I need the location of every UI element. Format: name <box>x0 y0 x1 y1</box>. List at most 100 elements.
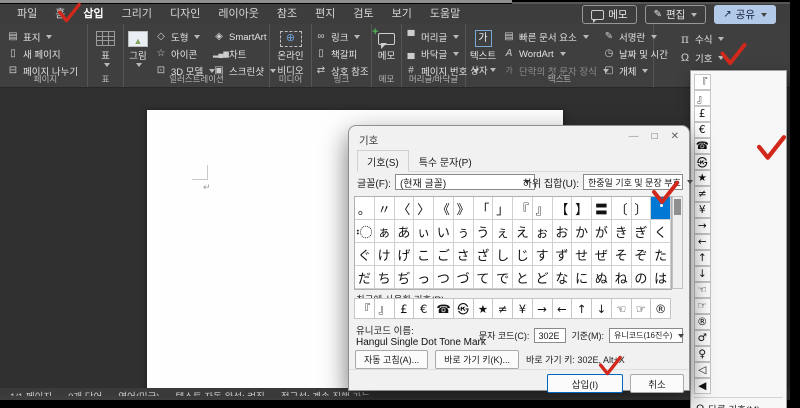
recent-symbol-cell[interactable]: ↑ <box>571 298 592 319</box>
menu-tab[interactable]: 그리기 <box>113 4 161 24</box>
gallery-symbol-cell[interactable]: ♀ <box>694 346 711 362</box>
symbol-cell[interactable]: じ <box>513 243 533 266</box>
recent-symbol-cell[interactable]: € <box>413 298 434 319</box>
symbol-grid-scrollbar[interactable] <box>672 196 683 289</box>
symbol-cell[interactable]: 〉 <box>414 197 434 220</box>
symbol-cell[interactable]: げ <box>394 243 415 266</box>
symbol-cell[interactable]: お <box>552 220 573 243</box>
dialog-minimize-icon[interactable]: — <box>629 131 639 142</box>
signature-line-button[interactable]: ✎ 서명란 <box>600 30 658 44</box>
menu-tab[interactable]: 레이아웃 <box>209 4 267 24</box>
gallery-symbol-cell[interactable]: ㉿ <box>694 154 711 170</box>
symbol-cell[interactable]: 『 <box>513 197 533 220</box>
symbol-cell[interactable]: 【 <box>552 197 573 220</box>
autocorrect-button[interactable]: 자동 고침(A)... <box>355 350 429 369</box>
symbol-cell[interactable]: そ <box>611 243 632 266</box>
symbol-cell[interactable]: な <box>552 266 573 289</box>
recent-symbol-cell[interactable]: ≠ <box>492 298 513 319</box>
recent-symbol-cell[interactable]: ㉿ <box>452 298 474 319</box>
page-indicator[interactable]: 1/1 페이지 <box>10 389 52 396</box>
date-time-button[interactable]: ◷ 날짜 및 시간 <box>600 47 668 62</box>
gallery-symbol-cell[interactable]: ♂ <box>694 330 711 346</box>
symbol-cell[interactable]: ざ <box>473 243 494 266</box>
gallery-symbol-cell[interactable]: ☎ <box>694 138 711 154</box>
online-video-button[interactable]: ⊕ 온라인 비디오 <box>270 24 311 77</box>
menu-tab[interactable]: 편지 <box>306 4 344 24</box>
gallery-symbol-cell[interactable]: ☜ <box>694 282 711 298</box>
symbol-cell[interactable]: ぐ <box>355 243 375 266</box>
symbol-cell[interactable]: ど <box>532 266 553 289</box>
recent-symbol-cell[interactable]: £ <box>393 298 415 319</box>
gallery-symbol-cell[interactable]: £ <box>694 106 711 122</box>
symbol-cell[interactable]: ぉ <box>532 220 553 243</box>
gallery-symbol-cell[interactable]: ↓ <box>694 266 711 282</box>
gallery-symbol-cell[interactable]: ← <box>694 234 711 250</box>
gallery-symbol-cell[interactable]: 『 <box>694 74 711 90</box>
symbol-cell[interactable]: 》 <box>453 197 474 220</box>
symbol-cell[interactable]: て <box>473 266 494 289</box>
wordart-button[interactable]: A WordArt <box>500 47 600 61</box>
symbol-cell[interactable]: け <box>374 243 395 266</box>
symbol-cell[interactable]: 』 <box>532 197 553 220</box>
link-button[interactable]: ∞ 링크 <box>312 30 371 44</box>
menu-tab[interactable]: 참조 <box>268 4 306 24</box>
shapes-button[interactable]: ◇ 도형 <box>152 30 210 44</box>
symbol-cell[interactable]: ぞ <box>631 243 652 266</box>
icons-button[interactable]: ☆ 아이콘 <box>152 47 210 62</box>
symbol-cell[interactable]: か <box>572 220 592 243</box>
chart-button[interactable]: ▂▄▆ 차트 <box>210 47 270 61</box>
gallery-symbol-cell[interactable]: ★ <box>694 170 711 186</box>
tab-special-characters[interactable]: 특수 문자(P) <box>409 150 482 172</box>
symbol-cell[interactable]: う <box>473 220 494 243</box>
symbol-cell[interactable]: き <box>611 220 632 243</box>
gallery-symbol-cell[interactable]: ◁ <box>694 362 711 378</box>
menu-tab[interactable]: 보기 <box>383 4 421 24</box>
editing-button[interactable]: ✎ 편집 <box>644 5 707 24</box>
symbol-cell[interactable]: さ <box>453 243 474 266</box>
symbol-cell[interactable]: ご <box>434 243 454 266</box>
symbol-cell[interactable]: 】 <box>572 197 592 220</box>
menu-tab[interactable]: 도움말 <box>421 4 469 24</box>
symbol-cell[interactable]: ぎ <box>631 220 652 243</box>
shortcut-key-button[interactable]: 바로 가기 키(K)... <box>435 350 520 369</box>
menu-tab[interactable]: 검토 <box>344 4 382 24</box>
recent-symbol-cell[interactable]: ® <box>650 298 671 319</box>
cancel-button[interactable]: 취소 <box>630 374 684 393</box>
symbol-cell[interactable]: つ <box>434 266 454 289</box>
gallery-symbol-cell[interactable]: ® <box>694 314 711 330</box>
gallery-symbol-cell[interactable]: ☞ <box>694 298 711 314</box>
selected-symbol-cell[interactable]: 〮 <box>651 197 671 220</box>
symbol-cell[interactable]: く <box>651 220 671 243</box>
dialog-maximize-icon[interactable]: □ <box>652 131 658 142</box>
scrollbar-thumb[interactable] <box>674 199 681 215</box>
recent-symbol-cell[interactable]: ☜ <box>610 298 632 319</box>
header-button[interactable]: ▀ 머리글 <box>402 30 465 44</box>
symbol-cell[interactable]: ち <box>374 266 395 289</box>
symbol-cell[interactable]: 〃 <box>374 197 395 220</box>
symbol-cell[interactable]: 〈 <box>394 197 415 220</box>
symbol-cell[interactable]: こ <box>414 243 434 266</box>
menu-tab[interactable]: 디자인 <box>161 4 209 24</box>
symbol-cell[interactable]: 〔 <box>611 197 632 220</box>
symbol-cell[interactable]: に <box>572 266 592 289</box>
symbol-cell[interactable]: が <box>592 220 612 243</box>
symbol-cell[interactable]: で <box>493 266 513 289</box>
recent-symbol-cell[interactable]: ☎ <box>433 298 454 319</box>
recent-symbol-cell[interactable]: → <box>531 298 553 319</box>
symbol-cell[interactable]: 。 <box>355 197 375 220</box>
symbol-cell[interactable]: た <box>651 243 671 266</box>
more-symbols-menu-item[interactable]: Ω 다른 기호(M)... <box>694 397 783 408</box>
symbol-cell[interactable]: ぜ <box>592 243 612 266</box>
from-dropdown[interactable]: 유니코드(16진수) <box>609 328 685 343</box>
quick-parts-button[interactable]: ▤ 빠른 문서 요소 <box>500 30 600 44</box>
symbol-cell[interactable]: の <box>631 266 652 289</box>
menu-tab[interactable]: 파일 <box>8 4 46 24</box>
subset-dropdown[interactable]: 한중일 기호 및 문장 부호 <box>583 174 693 190</box>
blank-page-button[interactable]: ▯ 새 페이지 <box>4 47 87 62</box>
language-indicator[interactable]: 영어(미국) <box>118 389 159 396</box>
footer-button[interactable]: ▄ 바닥글 <box>402 47 465 61</box>
insert-button[interactable]: 삽입(I) <box>547 374 623 393</box>
symbol-cell[interactable]: づ <box>453 266 474 289</box>
cover-page-button[interactable]: ▤ 표지 <box>4 30 87 44</box>
equation-button[interactable]: π 수식 <box>676 32 790 46</box>
